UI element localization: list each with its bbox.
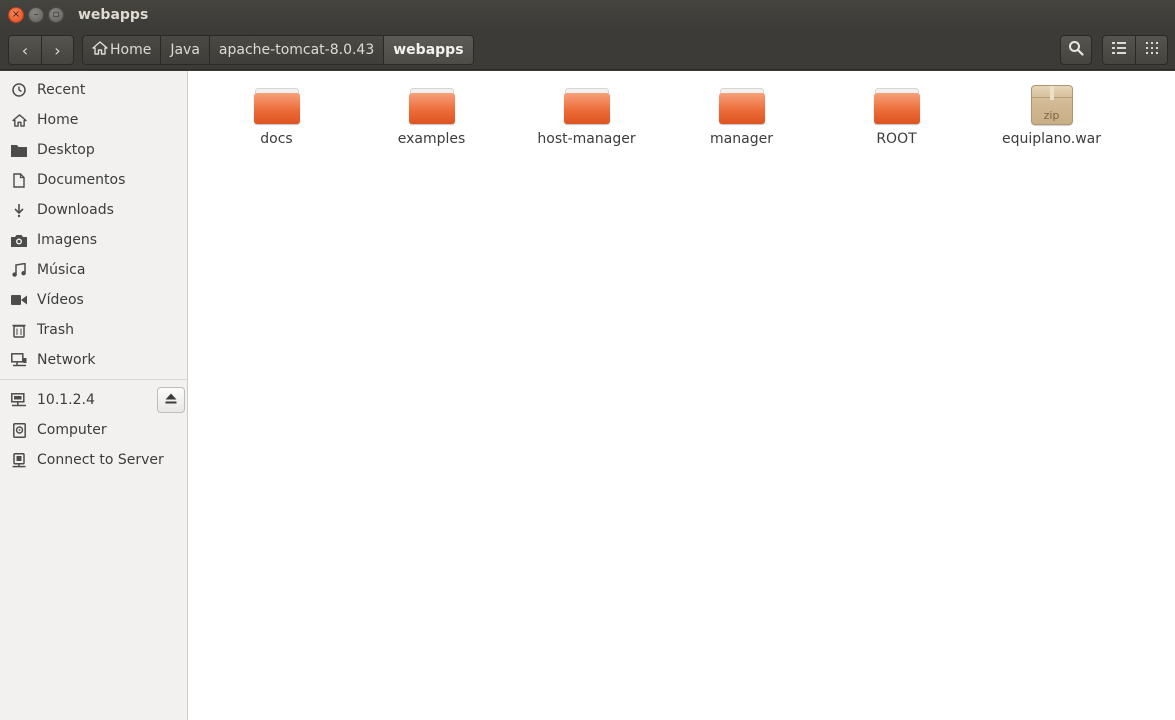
file-item-host-manager[interactable]: host-manager xyxy=(509,85,664,147)
file-item-equiplano-war[interactable]: zip equiplano.war xyxy=(974,85,1129,147)
sidebar-item-label: Imagens xyxy=(37,232,98,248)
breadcrumb-webapps[interactable]: webapps xyxy=(383,36,473,64)
sidebar-item-label: Home xyxy=(37,112,79,128)
breadcrumb-home[interactable]: Home xyxy=(83,36,160,64)
breadcrumb-label: Home xyxy=(110,42,152,58)
sidebar-item-computer[interactable]: Computer xyxy=(0,415,187,445)
file-name: examples xyxy=(397,131,466,147)
grid-view-button[interactable] xyxy=(1135,36,1167,64)
file-name: ROOT xyxy=(876,131,917,147)
sidebar-item-label: Música xyxy=(37,262,86,278)
close-window-button[interactable]: × xyxy=(8,7,24,23)
file-item-examples[interactable]: examples xyxy=(354,85,509,147)
eject-icon xyxy=(165,392,177,408)
sidebar-item-trash[interactable]: Trash xyxy=(0,315,187,345)
sidebar-item-label: Vídeos xyxy=(37,292,84,308)
file-view: docs examples host-manager manager ROOT … xyxy=(188,71,1175,720)
window-title: webapps xyxy=(78,7,149,23)
file-name: docs xyxy=(260,131,293,147)
minimize-window-button[interactable]: – xyxy=(28,7,44,23)
toolbar: ‹ › Home Java apache-tomcat-8.0.43 webap… xyxy=(0,30,1175,70)
document-icon xyxy=(9,172,29,188)
sidebar-item-label: Desktop xyxy=(37,142,95,158)
breadcrumb-label: Java xyxy=(170,42,200,58)
file-item-docs[interactable]: docs xyxy=(199,85,354,147)
camera-icon xyxy=(9,234,29,247)
list-view-button[interactable] xyxy=(1103,36,1135,64)
view-mode-buttons xyxy=(1102,35,1168,65)
home-icon xyxy=(92,41,108,59)
title-bar: × – ▫ webapps xyxy=(0,0,1175,30)
file-name: host-manager xyxy=(537,131,636,147)
folder-icon xyxy=(408,85,455,125)
search-icon xyxy=(1068,40,1084,60)
archive-badge: zip xyxy=(1043,109,1060,122)
sidebar-item-videos[interactable]: Vídeos xyxy=(0,285,187,315)
home-icon xyxy=(9,113,29,127)
search-button[interactable] xyxy=(1060,35,1092,65)
window-controls: × – ▫ xyxy=(8,7,64,23)
sidebar-item-label: Connect to Server xyxy=(37,452,164,468)
sidebar-item-desktop[interactable]: Desktop xyxy=(0,135,187,165)
sidebar-item-downloads[interactable]: Downloads xyxy=(0,195,187,225)
file-item-manager[interactable]: manager xyxy=(664,85,819,147)
sidebar-item-label: Trash xyxy=(37,322,74,338)
folder-icon xyxy=(873,85,920,125)
sidebar: Recent Home Desktop Documentos Downloads… xyxy=(0,71,188,720)
sidebar-item-label: Recent xyxy=(37,82,86,98)
sidebar-item-network-drive[interactable]: 10.1.2.4 xyxy=(0,385,187,415)
breadcrumb-apache-tomcat[interactable]: apache-tomcat-8.0.43 xyxy=(208,36,383,64)
folder-icon xyxy=(253,85,300,125)
folder-icon xyxy=(718,85,765,125)
minimize-icon: – xyxy=(33,9,39,20)
sidebar-item-label: Network xyxy=(37,352,96,368)
video-icon xyxy=(9,294,29,306)
download-icon xyxy=(9,203,29,218)
eject-button[interactable] xyxy=(157,387,185,413)
breadcrumb: Home Java apache-tomcat-8.0.43 webapps xyxy=(82,35,474,65)
sidebar-item-label: Computer xyxy=(37,422,107,438)
sidebar-item-label: 10.1.2.4 xyxy=(37,392,95,408)
sidebar-item-recent[interactable]: Recent xyxy=(0,75,187,105)
list-icon xyxy=(1112,42,1126,58)
sidebar-item-connect-to-server[interactable]: Connect to Server xyxy=(0,445,187,475)
maximize-icon: ▫ xyxy=(52,9,60,20)
navigation-buttons: ‹ › xyxy=(8,35,74,65)
maximize-window-button[interactable]: ▫ xyxy=(48,7,64,23)
folder-icon xyxy=(9,144,29,157)
computer-icon xyxy=(9,422,29,438)
chevron-right-icon: › xyxy=(54,40,61,60)
sidebar-item-label: Downloads xyxy=(37,202,114,218)
close-icon: × xyxy=(11,9,21,20)
file-name: equiplano.war xyxy=(1001,131,1102,147)
sidebar-item-label: Documentos xyxy=(37,172,126,188)
sidebar-item-musica[interactable]: Música xyxy=(0,255,187,285)
sidebar-divider xyxy=(0,379,187,380)
archive-icon: zip xyxy=(1030,85,1073,125)
music-icon xyxy=(9,262,29,278)
sidebar-item-imagens[interactable]: Imagens xyxy=(0,225,187,255)
sidebar-item-documentos[interactable]: Documentos xyxy=(0,165,187,195)
chevron-left-icon: ‹ xyxy=(21,40,29,60)
forward-button[interactable]: › xyxy=(41,36,73,64)
file-name: manager xyxy=(710,131,773,147)
breadcrumb-label: webapps xyxy=(393,42,464,58)
grid-icon xyxy=(1145,42,1158,58)
network-drive-icon xyxy=(9,393,29,407)
folder-icon xyxy=(563,85,610,125)
server-icon xyxy=(9,452,29,468)
file-item-root[interactable]: ROOT xyxy=(819,85,974,147)
network-icon xyxy=(9,353,29,367)
sidebar-item-home[interactable]: Home xyxy=(0,105,187,135)
breadcrumb-label: apache-tomcat-8.0.43 xyxy=(218,42,375,58)
clock-icon xyxy=(9,83,29,97)
trash-icon xyxy=(9,323,29,338)
back-button[interactable]: ‹ xyxy=(9,36,41,64)
sidebar-item-network[interactable]: Network xyxy=(0,345,187,375)
breadcrumb-java[interactable]: Java xyxy=(160,36,209,64)
